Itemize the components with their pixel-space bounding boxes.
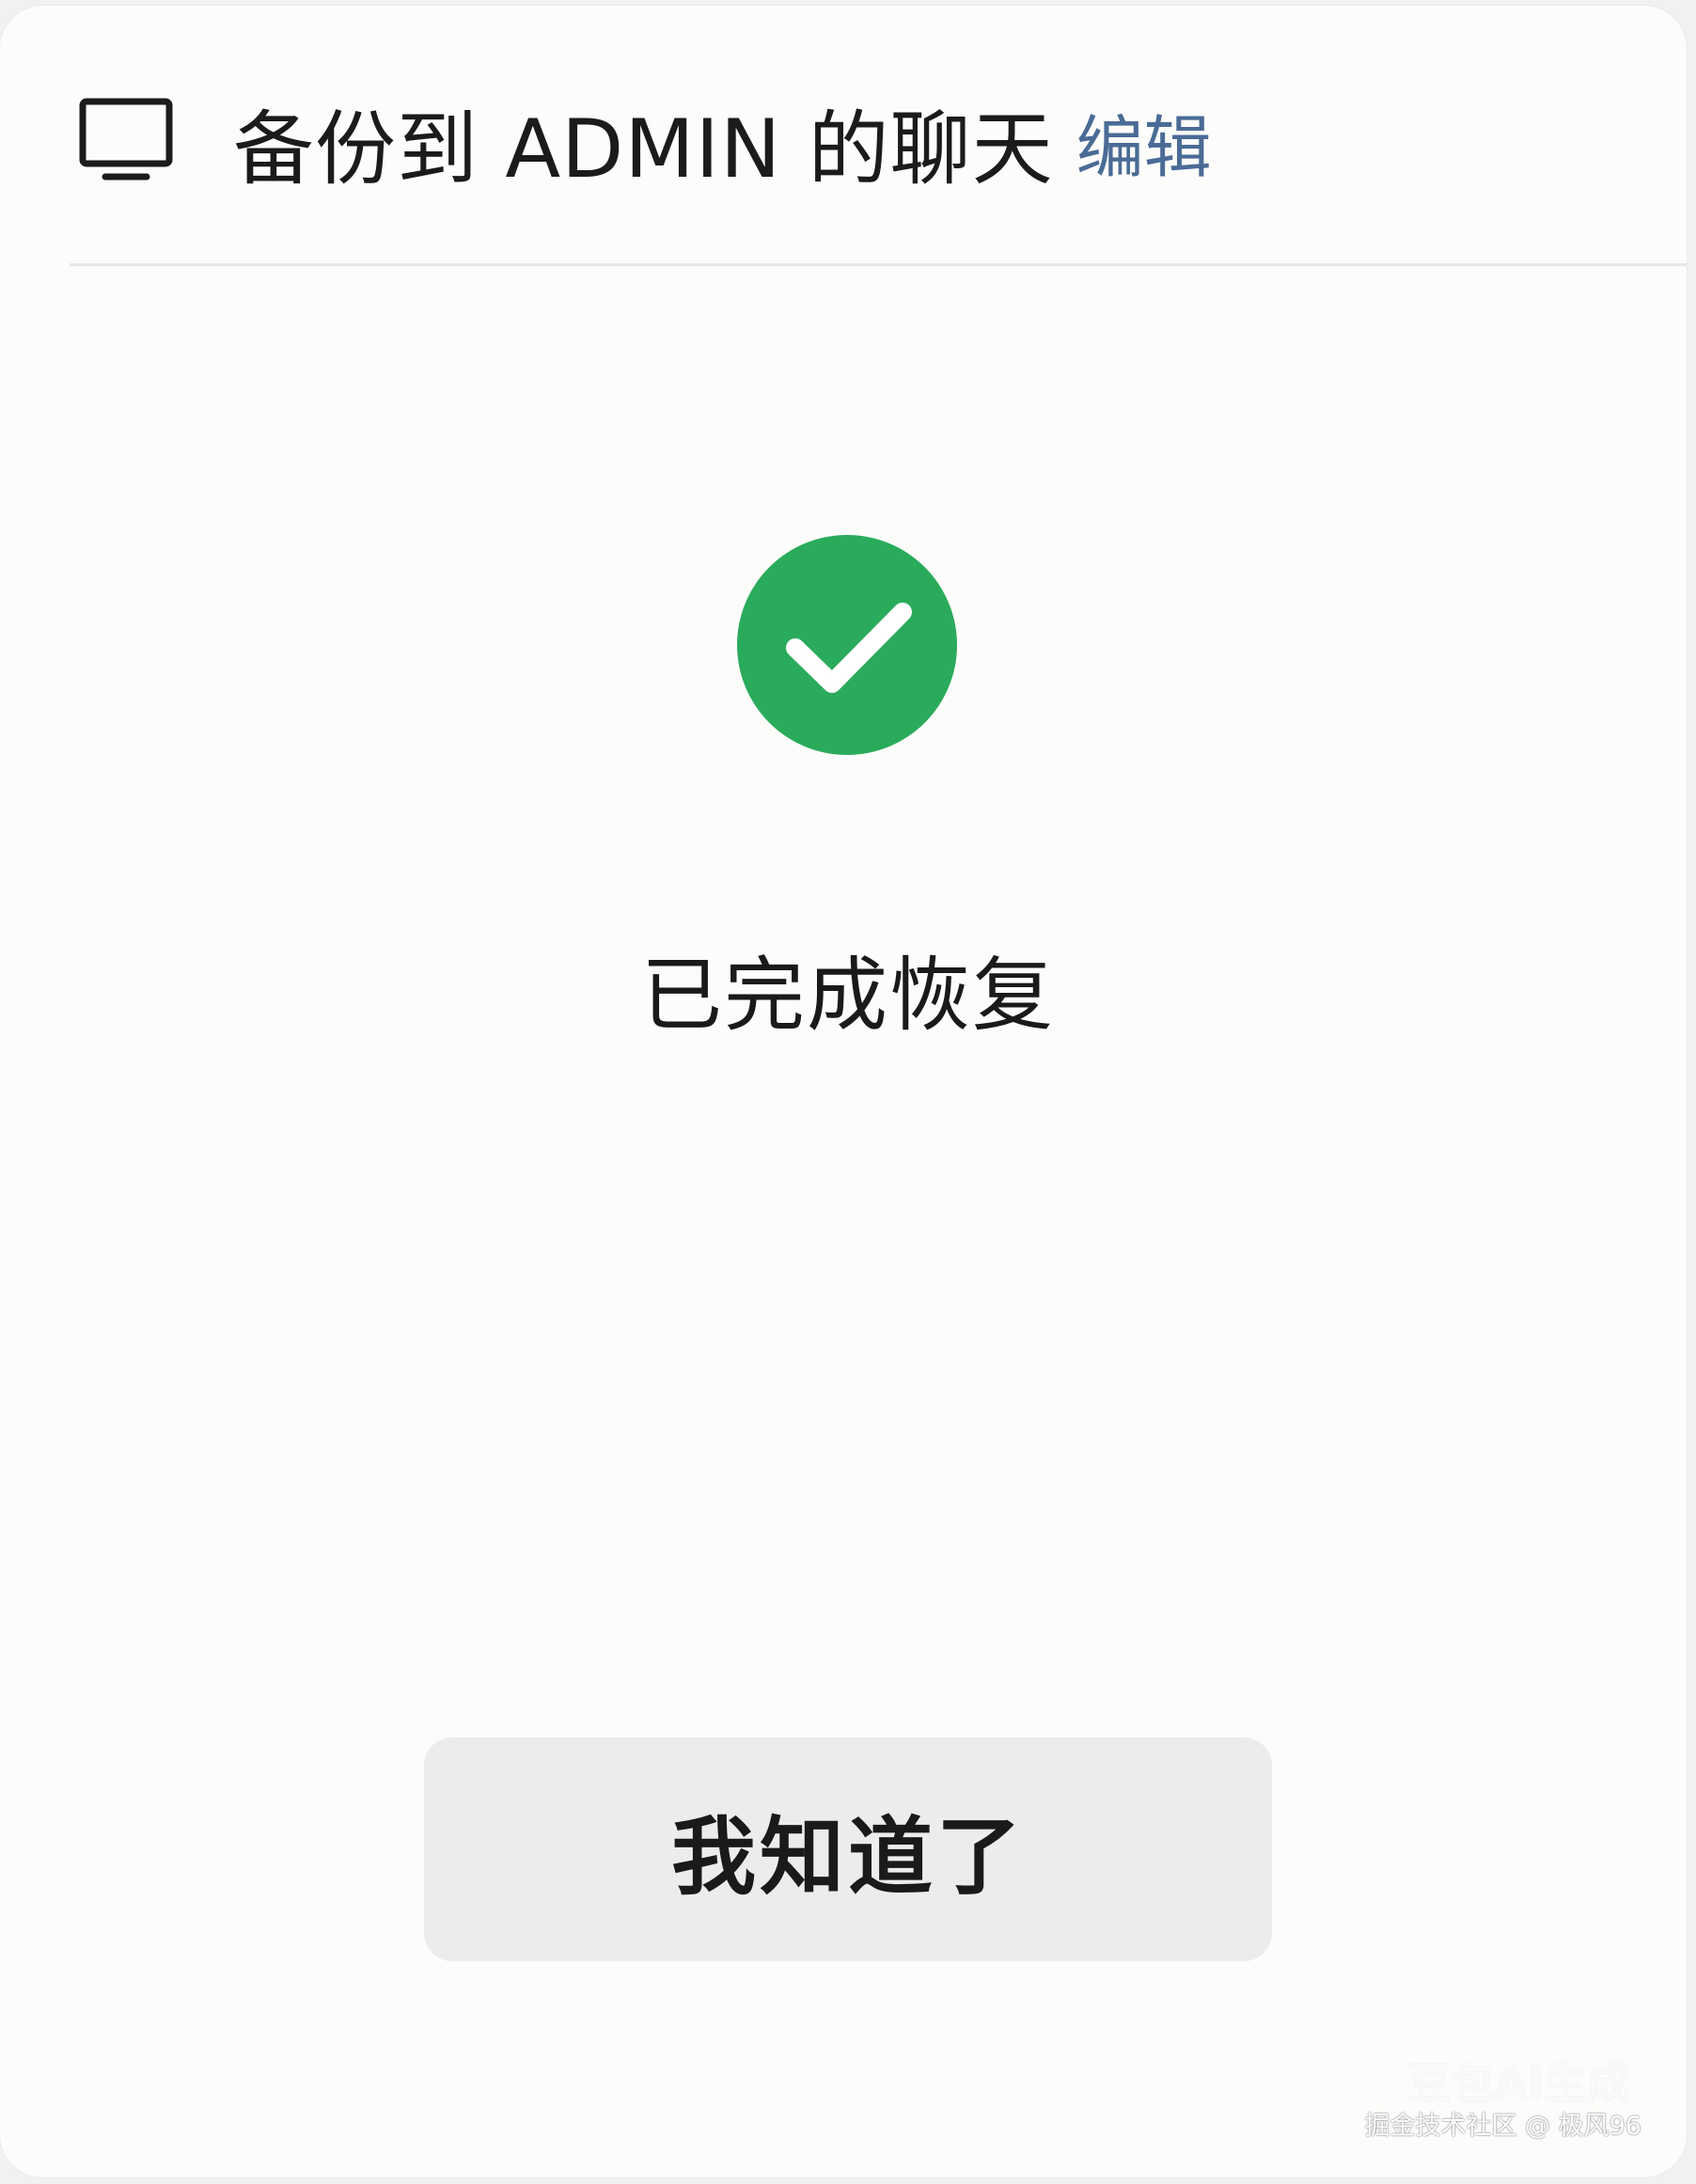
dialog-panel: 备份到 ADMIN 的聊天 编辑 已完成恢复 我知道了 豆包AI生成 掘金技术社… [0, 6, 1687, 2177]
check-circle-icon [737, 535, 957, 755]
header-divider [70, 263, 1687, 266]
status-message: 已完成恢复 [641, 949, 1055, 1043]
monitor-icon [79, 98, 173, 184]
edit-link[interactable]: 编辑 [1076, 92, 1212, 191]
watermark-badge: 豆包AI生成 [1407, 2058, 1630, 2109]
acknowledge-button-label: 我知道了 [671, 1808, 1025, 1907]
dialog-header: 备份到 ADMIN 的聊天 编辑 [0, 6, 1687, 265]
watermark: 掘金技术社区 @ 极风96 [1364, 2112, 1641, 2141]
dialog-title-text: 备份到 ADMIN 的聊天 [233, 102, 1054, 196]
dialog-title: 备份到 ADMIN 的聊天 编辑 [233, 88, 1212, 196]
acknowledge-button[interactable]: 我知道了 [424, 1737, 1272, 1961]
